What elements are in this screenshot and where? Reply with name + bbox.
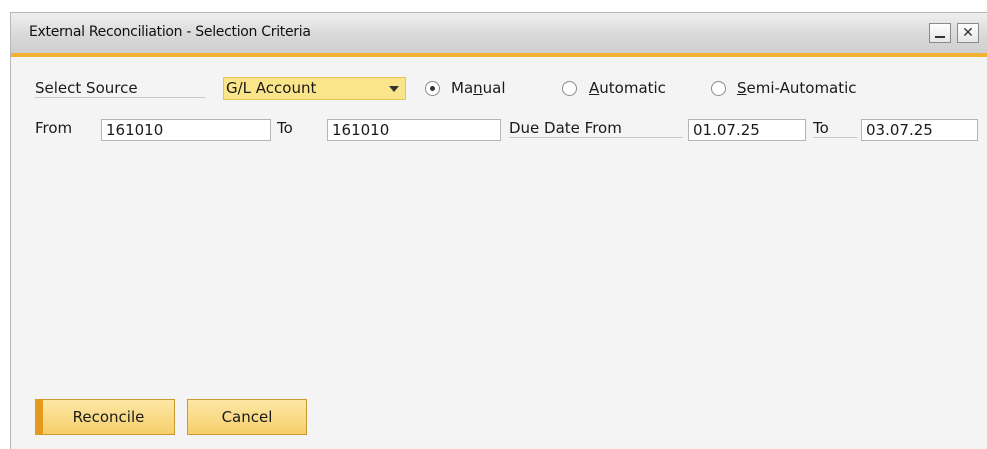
manual-radio-label[interactable]: Manual [451,79,506,97]
from-account-field[interactable]: 161010 [101,119,271,141]
automatic-radio[interactable] [562,81,577,96]
title-bar[interactable]: External Reconciliation - Selection Crit… [11,13,987,57]
due-date-from-field[interactable]: 01.07.25 [688,119,806,141]
manual-radio[interactable] [425,81,440,96]
chevron-down-icon[interactable] [389,86,399,92]
source-dropdown[interactable]: G/L Account [223,77,406,100]
to-account-field[interactable]: 161010 [327,119,501,141]
due-date-to-label: To [813,119,857,138]
source-value: G/L Account [226,79,317,97]
due-date-from-label: Due Date From [509,119,683,138]
minimize-icon[interactable] [929,23,951,43]
semi-automatic-radio-label[interactable]: Semi-Automatic [737,79,857,97]
window-title: External Reconciliation - Selection Crit… [29,24,311,40]
due-date-to-field[interactable]: 03.07.25 [861,119,978,141]
semi-automatic-radio[interactable] [711,81,726,96]
from-label: From [35,119,73,137]
to-label: To [277,119,293,137]
reconciliation-window: External Reconciliation - Selection Crit… [10,12,987,449]
automatic-radio-label[interactable]: Automatic [589,79,666,97]
select-source-label: Select Source [35,79,205,98]
close-icon[interactable]: ✕ [957,23,979,43]
cancel-button[interactable]: Cancel [187,399,307,435]
reconcile-button[interactable]: Reconcile [35,399,175,435]
